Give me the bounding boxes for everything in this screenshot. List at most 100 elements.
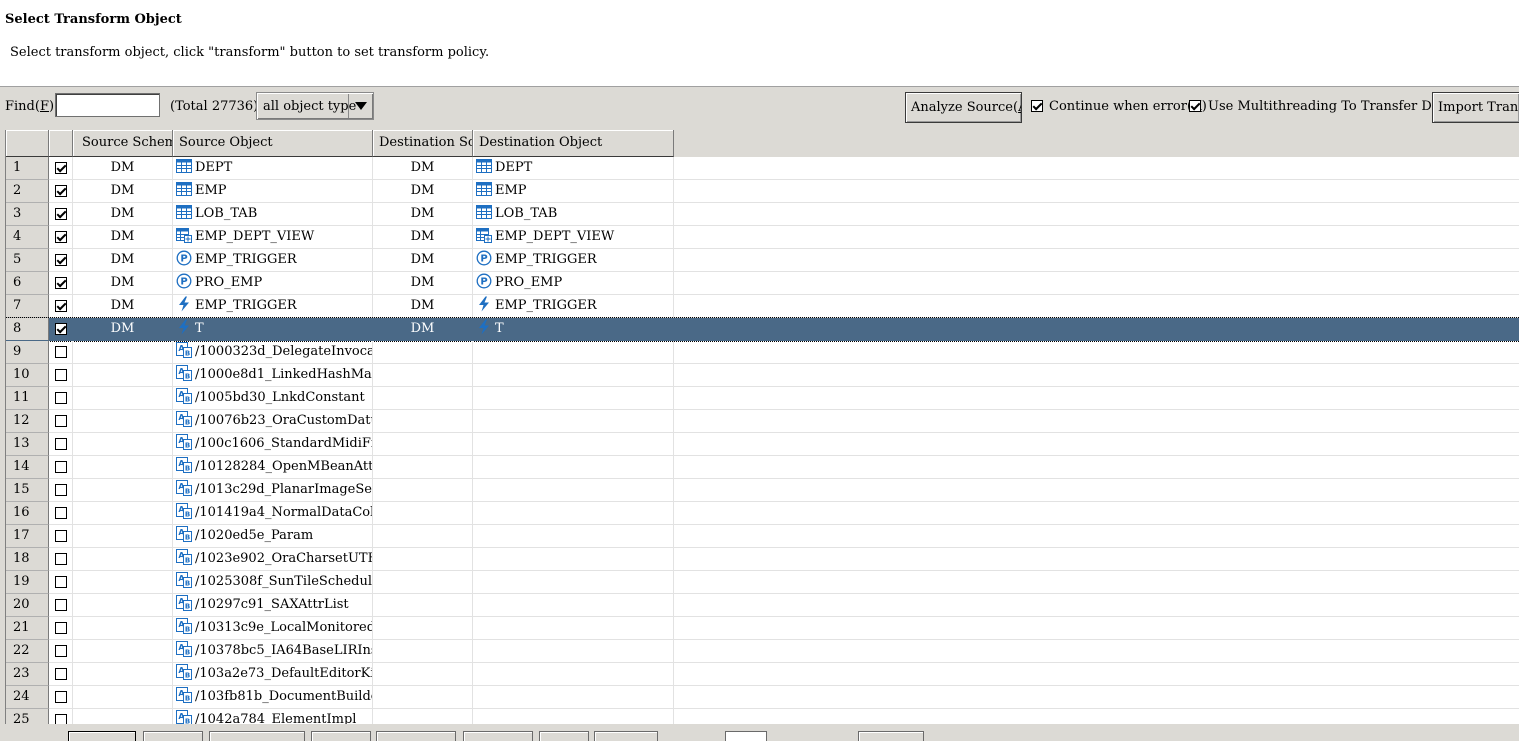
row-select-cell[interactable]	[49, 709, 73, 724]
bottom-button[interactable]	[68, 731, 136, 741]
row-checkbox[interactable]	[55, 599, 67, 611]
row-select-cell[interactable]	[49, 433, 73, 456]
row-select-cell[interactable]	[49, 594, 73, 617]
column-header-source-object[interactable]: Source Object	[173, 130, 373, 157]
row-checkbox[interactable]	[55, 231, 67, 243]
bottom-button[interactable]	[539, 731, 589, 741]
column-header-destination-schema[interactable]: Destination Sc...	[373, 130, 473, 157]
row-checkbox[interactable]	[55, 346, 67, 358]
table-row[interactable]: 8 DM T DM T	[6, 317, 1519, 342]
table-row[interactable]: 9 AB/1000323d_DelegateInvocatio...	[6, 341, 1519, 364]
table-row[interactable]: 22 AB/10378bc5_IA64BaseLIRInstrF...	[6, 640, 1519, 663]
row-checkbox[interactable]	[55, 645, 67, 657]
row-checkbox[interactable]	[55, 622, 67, 634]
row-select-cell[interactable]	[49, 525, 73, 548]
row-checkbox[interactable]	[55, 530, 67, 542]
table-row[interactable]: 2 DM EMP DM EMP	[6, 180, 1519, 203]
row-select-cell[interactable]	[49, 640, 73, 663]
table-row[interactable]: 14 AB/10128284_OpenMBeanAttribu	[6, 456, 1519, 479]
row-checkbox[interactable]	[55, 162, 67, 174]
table-row[interactable]: 15 AB/1013c29d_PlanarImageServer...	[6, 479, 1519, 502]
row-checkbox[interactable]	[55, 438, 67, 450]
row-select-cell[interactable]	[49, 226, 73, 249]
select-all-header[interactable]	[49, 130, 73, 157]
find-input[interactable]	[55, 93, 160, 117]
row-select-cell[interactable]	[49, 479, 73, 502]
bottom-button[interactable]	[858, 731, 924, 741]
row-select-cell[interactable]	[49, 548, 73, 571]
bottom-button[interactable]	[376, 731, 456, 741]
table-row[interactable]: 16 AB/101419a4_NormalDataCollect...	[6, 502, 1519, 525]
row-checkbox[interactable]	[55, 668, 67, 680]
row-checkbox[interactable]	[55, 392, 67, 404]
row-select-cell[interactable]	[49, 364, 73, 387]
import-transform-button[interactable]: Import Transfo	[1432, 92, 1519, 123]
row-checkbox[interactable]	[55, 185, 67, 197]
filler-cell	[674, 525, 1519, 548]
table-row[interactable]: 13 AB/100c1606_StandardMidiFileR...	[6, 433, 1519, 456]
bottom-button[interactable]	[311, 731, 371, 741]
table-row[interactable]: 1 DM DEPT DM DEPT	[6, 157, 1519, 180]
bottom-button[interactable]	[209, 731, 305, 741]
bottom-button[interactable]	[594, 731, 658, 741]
multithreading-checkbox[interactable]	[1189, 100, 1201, 112]
row-checkbox[interactable]	[55, 415, 67, 427]
object-type-select[interactable]: all object type	[256, 92, 374, 120]
table-row[interactable]: 20 A B/10297c91_SAXAttrList	[6, 594, 1519, 617]
row-checkbox[interactable]	[55, 277, 67, 289]
row-checkbox[interactable]	[55, 323, 67, 335]
row-select-cell[interactable]	[49, 387, 73, 410]
chevron-down-icon[interactable]	[348, 94, 372, 118]
table-row[interactable]: 17 A B/1020ed5e_Param	[6, 525, 1519, 548]
row-select-cell[interactable]	[49, 318, 73, 341]
table-row[interactable]: 12 AB/10076b23_OraCustomDatumC	[6, 410, 1519, 433]
row-select-cell[interactable]	[49, 180, 73, 203]
destination-object-cell: T	[473, 318, 674, 341]
table-row[interactable]: 5 DM P EMP_TRIGGER DM P EMP_TRIGGER	[6, 249, 1519, 272]
table-row[interactable]: 7 DM EMP_TRIGGER DM EMP_TRIGGER	[6, 295, 1519, 318]
row-checkbox[interactable]	[55, 553, 67, 565]
source-schema-cell	[73, 663, 173, 686]
row-select-cell[interactable]	[49, 341, 73, 364]
table-row[interactable]: 21 AB/10313c9e_LocalMonitoredVml	[6, 617, 1519, 640]
row-select-cell[interactable]	[49, 456, 73, 479]
row-select-cell[interactable]	[49, 203, 73, 226]
table-row[interactable]: 6 DM P PRO_EMP DM P PRO_EMP	[6, 272, 1519, 295]
table-row[interactable]: 4 DM EMP_DEPT_VIEW DM EMP_DEPT_VIEW	[6, 226, 1519, 249]
row-select-cell[interactable]	[49, 295, 73, 318]
row-checkbox[interactable]	[55, 254, 67, 266]
row-checkbox[interactable]	[55, 484, 67, 496]
row-checkbox[interactable]	[55, 369, 67, 381]
row-checkbox[interactable]	[55, 507, 67, 519]
column-header-destination-object[interactable]: Destination Object	[473, 130, 674, 157]
table-row[interactable]: 10 AB/1000e8d1_LinkedHashMapVal	[6, 364, 1519, 387]
row-select-cell[interactable]	[49, 410, 73, 433]
bottom-field[interactable]	[725, 731, 767, 741]
row-select-cell[interactable]	[49, 617, 73, 640]
column-header-source-schema[interactable]: Source Schema	[73, 130, 173, 157]
continue-on-error-checkbox[interactable]	[1031, 100, 1043, 112]
row-select-cell[interactable]	[49, 157, 73, 180]
row-checkbox[interactable]	[55, 691, 67, 703]
row-checkbox[interactable]	[55, 714, 67, 724]
row-checkbox[interactable]	[55, 300, 67, 312]
row-checkbox[interactable]	[55, 461, 67, 473]
table-row[interactable]: 23 AB/103a2e73_DefaultEditorKitE...	[6, 663, 1519, 686]
analyze-source-button[interactable]: Analyze Source(A)	[905, 92, 1022, 123]
table-row[interactable]: 3 DM LOB_TAB DM LOB_TAB	[6, 203, 1519, 226]
row-select-cell[interactable]	[49, 272, 73, 295]
table-row[interactable]: 25 A B/1042a784_ElementImpl	[6, 709, 1519, 724]
row-select-cell[interactable]	[49, 571, 73, 594]
row-checkbox[interactable]	[55, 208, 67, 220]
row-select-cell[interactable]	[49, 502, 73, 525]
row-select-cell[interactable]	[49, 686, 73, 709]
table-row[interactable]: 24 AB/103fb81b_DocumentBuilderIm	[6, 686, 1519, 709]
row-select-cell[interactable]	[49, 663, 73, 686]
table-row[interactable]: 11 A B/1005bd30_LnkdConstant	[6, 387, 1519, 410]
row-select-cell[interactable]	[49, 249, 73, 272]
table-row[interactable]: 18 A B/1023e902_OraCharsetUTFE	[6, 548, 1519, 571]
bottom-button[interactable]	[463, 731, 533, 741]
row-checkbox[interactable]	[55, 576, 67, 588]
table-row[interactable]: 19 A B/1025308f_SunTileScheduler	[6, 571, 1519, 594]
bottom-button[interactable]	[143, 731, 203, 741]
